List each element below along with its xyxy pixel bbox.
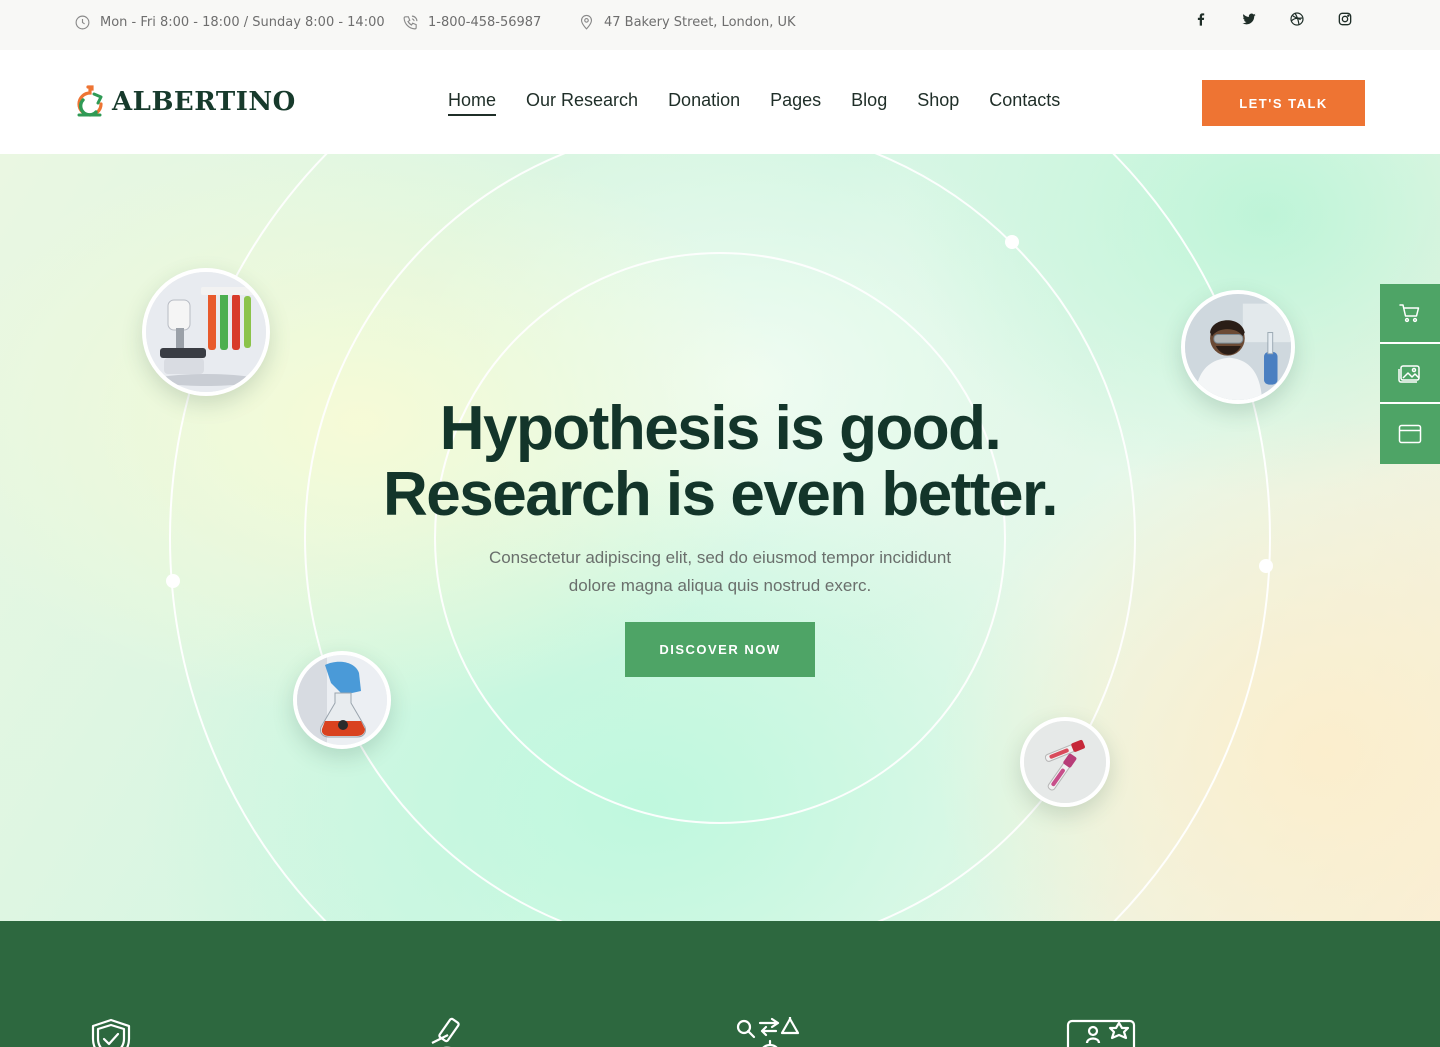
blood-sample-tubes-image (1020, 717, 1110, 807)
nav-contacts[interactable]: Contacts (989, 90, 1060, 116)
opening-hours-text: Mon - Fri 8:00 - 18:00 / Sunday 8:00 - 1… (100, 15, 385, 30)
site-header: ALBERTINO Home Our Research Donation Pag… (0, 50, 1440, 154)
address-text: 47 Bakery Street, London, UK (604, 15, 796, 30)
side-gallery-button[interactable] (1380, 344, 1440, 404)
instagram-icon[interactable] (1334, 8, 1356, 30)
opening-hours: Mon - Fri 8:00 - 18:00 / Sunday 8:00 - 1… (74, 14, 385, 31)
facebook-icon[interactable] (1190, 8, 1212, 30)
hero-title-line-2: Research is even better. (383, 460, 1058, 529)
phone-icon (403, 15, 418, 30)
hero-subtitle: Consectetur adipiscing elit, sed do eius… (488, 548, 952, 595)
lets-talk-button[interactable]: LET'S TALK (1202, 80, 1365, 126)
gloved-hand-flask-image (293, 651, 391, 749)
shield-check-icon (88, 1017, 134, 1047)
location-pin-icon (580, 14, 593, 30)
logo-text: ALBERTINO (112, 87, 296, 117)
top-info-bar: Mon - Fri 8:00 - 18:00 / Sunday 8:00 - 1… (0, 0, 1440, 50)
address: 47 Bakery Street, London, UK (578, 14, 796, 31)
cart-icon (1399, 304, 1420, 323)
scientist-image (1181, 290, 1295, 404)
side-cart-button[interactable] (1380, 284, 1440, 344)
dribbble-icon[interactable] (1286, 8, 1308, 30)
microscope-image (142, 268, 270, 396)
nav-donation[interactable]: Donation (668, 90, 740, 116)
browser-window-icon (1398, 424, 1422, 444)
hero-title-line-1: Hypothesis is good. (439, 394, 1002, 463)
gallery-icon (1398, 365, 1420, 383)
floating-side-panel (1380, 284, 1440, 464)
clock-icon (75, 15, 90, 30)
phone-number-text[interactable]: 1-800-458-56987 (428, 15, 541, 30)
nav-home[interactable]: Home (448, 90, 497, 116)
phone-number[interactable]: 1-800-458-56987 (402, 14, 541, 31)
nav-blog[interactable]: Blog (851, 90, 887, 116)
nav-our-research[interactable]: Our Research (526, 90, 638, 116)
nav-shop[interactable]: Shop (917, 90, 959, 116)
features-section (0, 921, 1440, 1047)
discover-now-button[interactable]: DISCOVER NOW (625, 622, 815, 677)
certificate-icon (1065, 1017, 1137, 1047)
hero-section: Hypothesis is good. Research is even bet… (0, 154, 1440, 921)
hero-title: Hypothesis is good. Research is even bet… (0, 396, 1440, 528)
microscope-icon (422, 1017, 468, 1047)
gear-flow-icon (732, 1017, 808, 1047)
flask-logo-icon (77, 85, 103, 117)
main-nav: Home Our Research Donation Pages Blog Sh… (448, 90, 1060, 116)
nav-pages[interactable]: Pages (770, 90, 821, 116)
twitter-icon[interactable] (1238, 8, 1260, 30)
site-logo[interactable]: ALBERTINO (74, 84, 296, 120)
side-browser-button[interactable] (1380, 404, 1440, 464)
